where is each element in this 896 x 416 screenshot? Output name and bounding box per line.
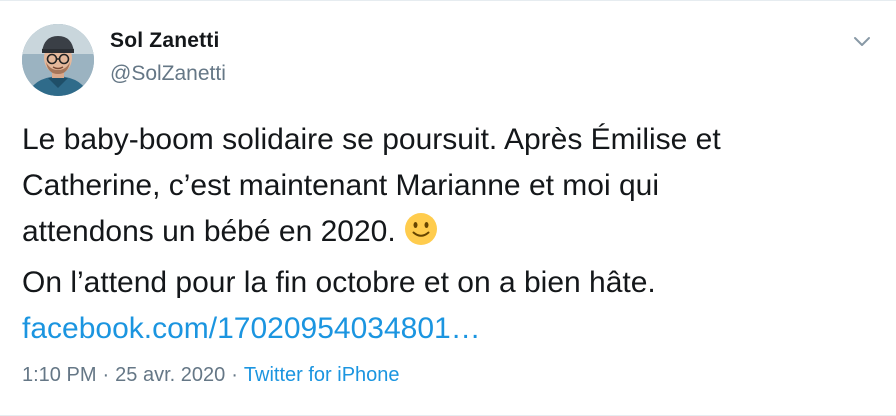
tweet-card: Sol Zanetti @SolZanetti Le baby-boom sol… [0, 0, 896, 416]
tweet-text-line: On l’attend pour la fin octobre et on a … [22, 266, 656, 299]
tweet-date[interactable]: 25 avr. 2020 [115, 364, 225, 386]
tweet-source-link[interactable]: Twitter for iPhone [244, 364, 400, 386]
tweet-menu-button[interactable] [848, 31, 876, 51]
handle[interactable]: @SolZanetti [110, 61, 226, 87]
tweet-meta: 1:10 PM · 25 avr. 2020 · Twitter for iPhone [22, 362, 400, 388]
profile-photo-icon [22, 24, 94, 96]
tweet-link[interactable]: facebook.com/17020954034801… [22, 312, 481, 345]
separator: · [231, 364, 238, 386]
tweet-text-line-with-emoji: attendons un bébé en 2020. [22, 209, 882, 260]
tweet-text-line: Catherine, c’est maintenant Marianne et … [22, 169, 660, 202]
avatar[interactable] [22, 24, 94, 96]
author-names: Sol Zanetti @SolZanetti [110, 28, 226, 87]
display-name[interactable]: Sol Zanetti [110, 28, 226, 54]
slightly-smiling-face-icon [404, 212, 438, 260]
tweet-time[interactable]: 1:10 PM [22, 364, 96, 386]
chevron-down-icon [854, 36, 870, 46]
tweet-text-line: attendons un bébé en 2020. [22, 215, 396, 248]
tweet-text: Le baby-boom solidaire se poursuit. Aprè… [22, 117, 882, 352]
separator: · [102, 364, 110, 386]
tweet-text-line: Le baby-boom solidaire se poursuit. Aprè… [22, 123, 721, 156]
